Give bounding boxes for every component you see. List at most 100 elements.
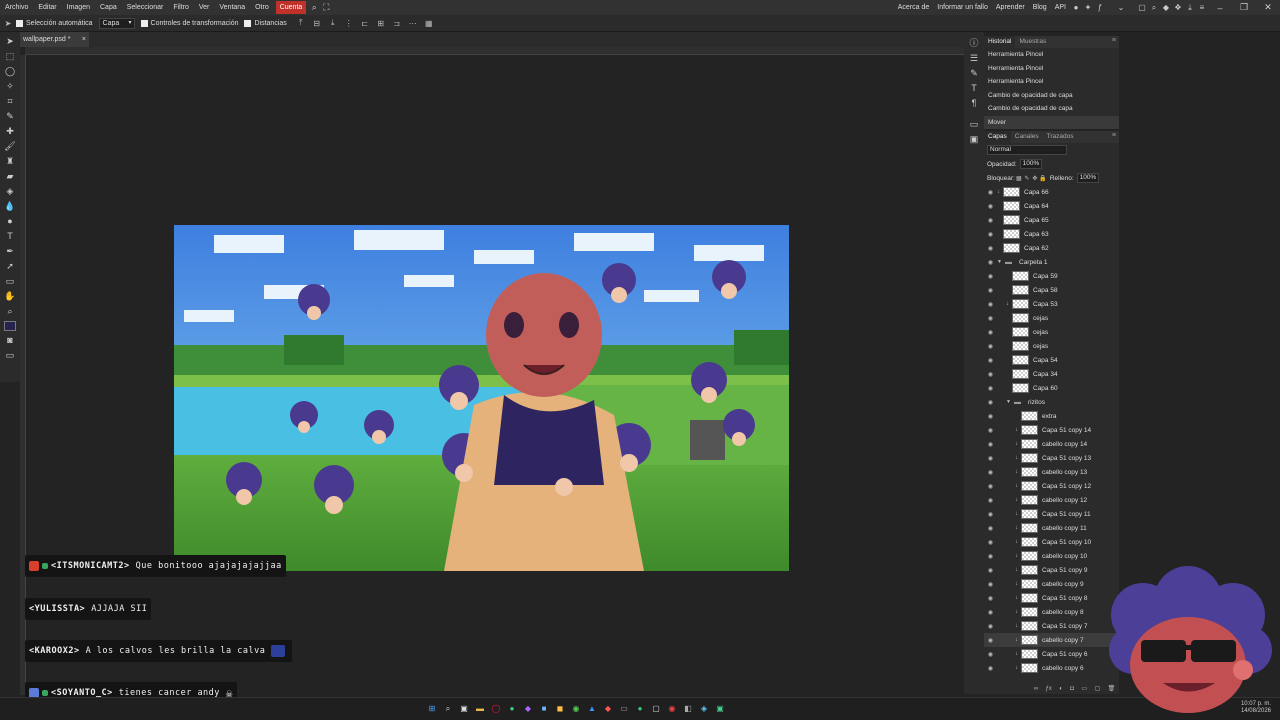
align-left-icon[interactable]: ⊏ (357, 19, 373, 28)
app-icon[interactable]: ◆ (600, 702, 616, 716)
shape-tool-icon[interactable]: ▭ (2, 274, 18, 289)
history-item[interactable]: Cambio de opacidad de capa (984, 89, 1119, 103)
visibility-eye-icon[interactable]: ◉ (984, 273, 997, 280)
layer-row[interactable]: ◉ Capa 59 (984, 269, 1119, 283)
distribute-icon[interactable]: ⋮ (341, 19, 357, 28)
visibility-eye-icon[interactable]: ◉ (984, 301, 997, 308)
visibility-eye-icon[interactable]: ◉ (984, 217, 997, 224)
magic-wand-icon[interactable]: ✧ (2, 79, 18, 94)
blend-mode-select[interactable]: Normal (987, 145, 1067, 155)
history-item[interactable]: Cambio de opacidad de capa (984, 102, 1119, 116)
layer-row[interactable]: ◉ ↓ cabello copy 10 (984, 549, 1119, 563)
auto-select-checkbox[interactable]: Selección automática (16, 19, 93, 27)
properties-icon[interactable]: ☰ (966, 51, 982, 66)
layer-row[interactable]: ◉ ↓ cabello copy 8 (984, 605, 1119, 619)
search-browser-icon[interactable]: ⌕ (1148, 3, 1160, 13)
menu-otro[interactable]: Otro (250, 0, 274, 15)
info-icon[interactable]: ⓘ (966, 36, 982, 51)
visibility-eye-icon[interactable]: ◉ (984, 525, 997, 532)
visibility-eye-icon[interactable]: ◉ (984, 483, 997, 490)
brush-panel-icon[interactable]: ✎ (966, 66, 982, 81)
paragraph-icon[interactable]: ¶ (966, 96, 982, 111)
layer-row[interactable]: ◉ ↓ Capa 51 copy 11 (984, 507, 1119, 521)
visibility-eye-icon[interactable]: ◉ (984, 581, 997, 588)
layer-row[interactable]: ◉ ↓ Capa 66 (984, 185, 1119, 199)
visibility-eye-icon[interactable]: ◉ (984, 329, 997, 336)
align-middle-icon[interactable]: ⊟ (309, 19, 325, 28)
tab-close-icon[interactable]: × (82, 36, 86, 43)
tab-capas[interactable]: Capas (984, 131, 1011, 143)
artwork-image[interactable] (174, 225, 789, 571)
align-center-icon[interactable]: ⊞ (373, 19, 389, 28)
history-item-current[interactable]: Mover (984, 115, 1119, 129)
layer-row[interactable]: ◉ cejas (984, 325, 1119, 339)
visibility-eye-icon[interactable]: ◉ (984, 259, 997, 266)
app-icon[interactable]: ▢ (648, 702, 664, 716)
lock-pixels-icon[interactable]: ✎ (1023, 175, 1031, 182)
layer-row[interactable]: ◉ ↓ Capa 51 copy 8 (984, 591, 1119, 605)
layer-row[interactable]: ◉ ↓ Capa 53 (984, 297, 1119, 311)
move-tool-icon[interactable]: ➤ (2, 34, 18, 49)
transform-controls-checkbox[interactable]: Controles de transformación (140, 19, 238, 27)
link-learn[interactable]: Aprender (992, 4, 1029, 11)
adjustment-icon[interactable]: ◐ (1059, 686, 1063, 692)
lock-position-icon[interactable]: ✥ (1031, 175, 1039, 182)
copy-icon[interactable]: ▢ (1136, 3, 1148, 12)
account-chevron-icon[interactable]: ⌄ (1106, 3, 1136, 12)
healing-brush-icon[interactable]: ✚ (2, 124, 18, 139)
layer-row[interactable]: ◉ ↓ cabello copy 12 (984, 493, 1119, 507)
menu-seleccionar[interactable]: Seleccionar (122, 0, 169, 15)
layer-row[interactable]: ◉ Capa 34 (984, 367, 1119, 381)
history-item[interactable]: Herramienta Pincel (984, 75, 1119, 89)
link-about[interactable]: Acerca de (894, 4, 934, 11)
image-panel-icon[interactable]: ▣ (966, 132, 982, 147)
link-report-bug[interactable]: Informar un fallo (933, 4, 992, 11)
visibility-eye-icon[interactable]: ◉ (984, 315, 997, 322)
clone-stamp-icon[interactable]: ♜ (2, 154, 18, 169)
panel-menu-icon[interactable]: ≡ (1112, 132, 1116, 139)
app-icon[interactable]: ▣ (712, 702, 728, 716)
visibility-eye-icon[interactable]: ◉ (984, 427, 997, 434)
download-icon[interactable]: ⤓ (1184, 3, 1196, 13)
app-icon[interactable]: ■ (536, 702, 552, 716)
facebook-icon[interactable]: ƒ (1094, 3, 1106, 12)
visibility-eye-icon[interactable]: ◉ (984, 595, 997, 602)
expand-chevron-icon[interactable]: ▼ (997, 259, 1005, 265)
blur-tool-icon[interactable]: 💧 (2, 199, 18, 214)
menu-editar[interactable]: Editar (33, 0, 61, 15)
canvas-area[interactable] (26, 55, 964, 695)
new-folder-icon[interactable]: ▭ (1081, 685, 1087, 692)
history-item[interactable]: Herramienta Pincel (984, 48, 1119, 62)
search-icon[interactable]: ⌕ (308, 2, 320, 13)
lock-all-icon[interactable]: 🔒 (1039, 175, 1047, 182)
visibility-eye-icon[interactable]: ◉ (984, 609, 997, 616)
visibility-eye-icon[interactable]: ◉ (984, 287, 997, 294)
layer-row[interactable]: ◉ Capa 63 (984, 227, 1119, 241)
grid-icon[interactable]: ▦ (421, 19, 437, 28)
crop-tool-icon[interactable]: ⌗ (2, 94, 18, 109)
align-right-icon[interactable]: ⊐ (389, 19, 405, 28)
layer-row[interactable]: ◉ ↓ cabello copy 13 (984, 465, 1119, 479)
shield-icon[interactable]: ◆ (1160, 3, 1172, 12)
reddit-icon[interactable]: ● (1070, 3, 1082, 12)
dodge-tool-icon[interactable]: ● (2, 214, 18, 229)
align-top-icon[interactable]: ⤒ (293, 18, 309, 28)
layer-row[interactable]: ◉ ↓ cabello copy 6 (984, 661, 1119, 675)
windows-start-icon[interactable]: ⊞ (424, 702, 440, 716)
menu-filtro[interactable]: Filtro (168, 0, 194, 15)
twitter-icon[interactable]: ✦ (1082, 3, 1094, 12)
layer-row[interactable]: ◉ ↓ Capa 51 copy 12 (984, 479, 1119, 493)
layer-row[interactable]: ◉ Capa 60 (984, 381, 1119, 395)
menu-ventana[interactable]: Ventana (214, 0, 250, 15)
visibility-eye-icon[interactable]: ◉ (984, 637, 997, 644)
layer-row[interactable]: ◉ ↓ cabello copy 14 (984, 437, 1119, 451)
visibility-eye-icon[interactable]: ◉ (984, 567, 997, 574)
layer-row[interactable]: ◉ ↓ Capa 51 copy 9 (984, 563, 1119, 577)
visibility-eye-icon[interactable]: ◉ (984, 371, 997, 378)
menu-capa[interactable]: Capa (95, 0, 122, 15)
app-icon[interactable]: ◼ (552, 702, 568, 716)
expand-chevron-icon[interactable]: ▼ (1006, 399, 1014, 405)
visibility-eye-icon[interactable]: ◉ (984, 497, 997, 504)
app-icon[interactable]: ◉ (568, 702, 584, 716)
brush-tool-icon[interactable]: 🖌 (2, 139, 18, 154)
